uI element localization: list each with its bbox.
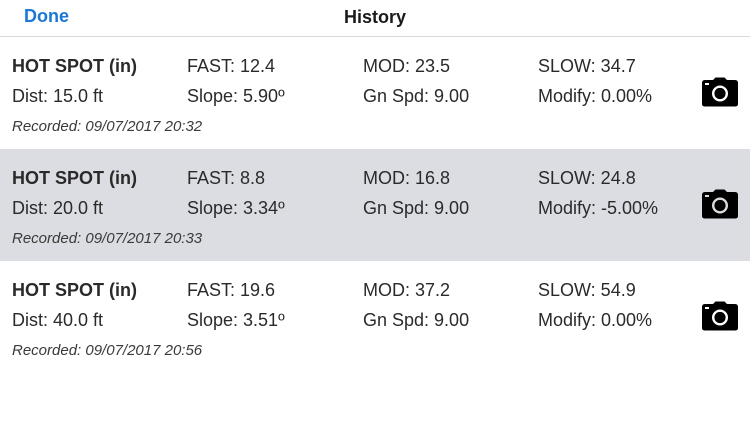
slope-value: Slope: 5.90º: [187, 86, 285, 106]
green-speed-value: Gn Spd: 9.00: [363, 310, 470, 330]
mod-value: MOD: 23.5: [363, 56, 451, 76]
history-row[interactable]: HOT SPOT (in) FAST: 19.6 MOD: 37.2 SLOW:…: [0, 261, 750, 373]
modify-value: Modify: 0.00%: [538, 86, 653, 106]
fast-value: FAST: 8.8: [187, 168, 266, 188]
fast-value: FAST: 19.6: [187, 280, 276, 300]
recorded-timestamp: Recorded: 09/07/2017 20:56: [12, 342, 203, 359]
slope-value: Slope: 3.51º: [187, 310, 285, 330]
record-name: HOT SPOT (in): [12, 168, 137, 188]
distance-value: Dist: 20.0 ft: [12, 198, 104, 218]
distance-value: Dist: 40.0 ft: [12, 310, 104, 330]
history-row[interactable]: HOT SPOT (in) FAST: 8.8 MOD: 16.8 SLOW: …: [0, 149, 750, 261]
green-speed-value: Gn Spd: 9.00: [363, 86, 470, 106]
camera-icon[interactable]: [701, 77, 739, 107]
modify-value: Modify: -5.00%: [538, 198, 659, 218]
distance-value: Dist: 15.0 ft: [12, 86, 104, 106]
slow-value: SLOW: 24.8: [538, 168, 636, 188]
record-name: HOT SPOT (in): [12, 280, 137, 300]
green-speed-value: Gn Spd: 9.00: [363, 198, 470, 218]
slow-value: SLOW: 54.9: [538, 280, 636, 300]
history-row[interactable]: HOT SPOT (in) FAST: 12.4 MOD: 23.5 SLOW:…: [0, 37, 750, 149]
recorded-timestamp: Recorded: 09/07/2017 20:32: [12, 118, 203, 135]
history-list: HOT SPOT (in) FAST: 12.4 MOD: 23.5 SLOW:…: [0, 37, 750, 373]
camera-icon[interactable]: [701, 301, 739, 331]
page-title: History: [343, 7, 406, 27]
slope-value: Slope: 3.34º: [187, 198, 285, 218]
record-name: HOT SPOT (in): [12, 56, 137, 76]
camera-icon[interactable]: [701, 189, 739, 219]
slow-value: SLOW: 34.7: [538, 56, 636, 76]
mod-value: MOD: 16.8: [363, 168, 451, 188]
mod-value: MOD: 37.2: [363, 280, 451, 300]
fast-value: FAST: 12.4: [187, 56, 276, 76]
recorded-timestamp: Recorded: 09/07/2017 20:33: [12, 230, 203, 247]
navigation-bar: Done History: [0, 0, 750, 37]
modify-value: Modify: 0.00%: [538, 310, 653, 330]
